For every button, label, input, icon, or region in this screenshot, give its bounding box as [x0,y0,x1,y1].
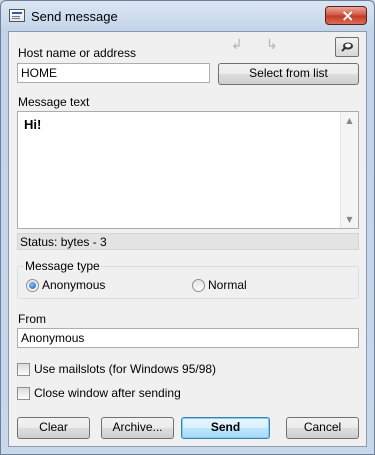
mailslots-checkbox[interactable] [17,363,30,376]
window-icon [9,9,25,22]
message-label: Message text [18,95,90,109]
arrow-left-icon[interactable]: ↲ [231,38,249,52]
radio-anonymous[interactable] [26,279,39,292]
clear-button[interactable]: Clear [17,417,90,439]
status-text: Status: bytes - 3 [20,235,107,249]
message-type-label: Message type [24,259,101,273]
close-icon: × [341,6,355,25]
pin-button[interactable] [335,37,359,57]
send-button[interactable]: Send [181,417,270,439]
title-bar[interactable]: Send message × [1,1,374,31]
scroll-up-icon[interactable]: ▲ [341,112,358,129]
radio-anonymous-label[interactable]: Anonymous [42,278,105,292]
from-input[interactable]: Anonymous [17,328,359,348]
send-message-window: Send message × Host name or address ↲ ↳ … [0,0,375,455]
archive-button[interactable]: Archive... [101,417,174,439]
scroll-down-icon[interactable]: ▼ [341,211,358,228]
dialog-body: Host name or address ↲ ↳ HOME Select fro… [8,31,367,447]
close-button[interactable]: × [325,6,367,25]
pin-icon [341,42,353,52]
window-title: Send message [31,9,118,24]
message-scrollbar[interactable]: ▲ ▼ [340,112,358,228]
status-bar: Status: bytes - 3 [17,233,359,250]
host-label: Host name or address [18,46,137,60]
close-after-label[interactable]: Close window after sending [34,386,181,400]
cancel-button[interactable]: Cancel [286,417,359,439]
select-from-list-button[interactable]: Select from list [218,63,359,85]
radio-normal-label[interactable]: Normal [208,278,247,292]
arrow-right-icon[interactable]: ↳ [266,38,284,52]
from-label: From [18,312,46,326]
message-text: Hi! [24,117,42,132]
mailslots-label[interactable]: Use mailslots (for Windows 95/98) [34,362,216,376]
close-after-checkbox[interactable] [17,387,30,400]
host-input[interactable]: HOME [17,63,210,83]
radio-normal[interactable] [192,279,205,292]
message-textarea[interactable]: Hi! ▲ ▼ [17,111,359,229]
